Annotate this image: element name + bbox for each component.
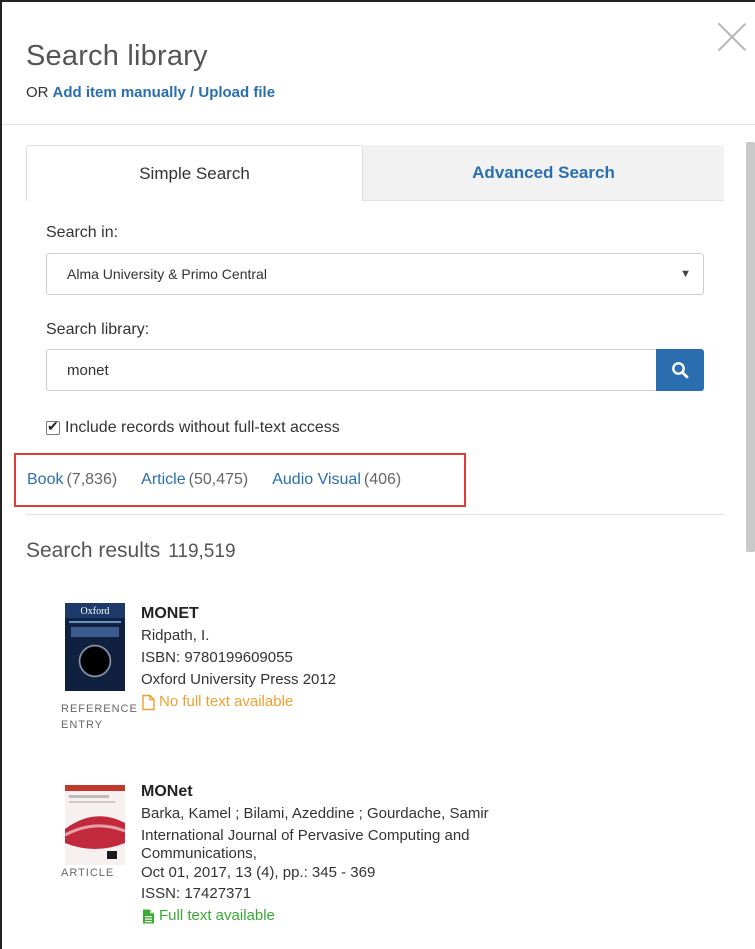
search-icon (672, 362, 689, 379)
search-library-label: Search library: (46, 321, 150, 338)
dropdown-caret-icon: ▼ (680, 268, 691, 280)
result-line: Ridpath, I. (141, 627, 210, 644)
search-tabs: Simple Search Advanced Search (26, 145, 724, 201)
facet-name: Article (141, 471, 186, 488)
result-line: Communications, (141, 845, 257, 862)
document-outline-icon (142, 694, 155, 710)
result-line: ISSN: 17427371 (141, 885, 252, 902)
result-info: MONET Ridpath, I. ISBN: 9780199609055 Ox… (141, 603, 701, 713)
facet-book[interactable]: Book (7,836) (27, 471, 117, 489)
facet-name: Audio Visual (272, 471, 361, 488)
availability-text: No full text available (159, 693, 294, 710)
result-line: Barka, Kamel ; Bilami, Azeddine ; Gourda… (141, 805, 489, 822)
result-item[interactable]: ARTICLE MONet Barka, Kamel ; Bilami, Aze… (61, 781, 705, 949)
add-item-manually-link[interactable]: Add item manually / Upload file (53, 84, 276, 101)
search-box (46, 349, 704, 391)
search-in-value: Alma University & Primo Central (67, 266, 267, 282)
type-line: ARTICLE (61, 867, 115, 879)
journal-cover-thumbnail (65, 785, 125, 865)
search-input[interactable] (46, 349, 657, 391)
facet-audio-visual[interactable]: Audio Visual (406) (272, 471, 401, 489)
include-records-label: Include records without full-text access (65, 419, 340, 436)
result-title[interactable]: MONET (141, 603, 701, 625)
search-results-count: 119,519 (168, 541, 236, 562)
result-type-label: ARTICLE (61, 865, 114, 881)
add-item-line: OR Add item manually / Upload file (26, 84, 275, 101)
result-line: International Journal of Pervasive Compu… (141, 827, 470, 844)
page-title: Search library (26, 40, 208, 72)
facet-name: Book (27, 471, 64, 488)
scrollbar-thumb[interactable] (746, 142, 755, 552)
result-line: Oxford University Press 2012 (141, 671, 337, 688)
type-line: ENTRY (61, 719, 104, 731)
or-text: OR (26, 84, 49, 101)
search-in-label: Search in: (46, 224, 119, 241)
availability-status[interactable]: Full text available (141, 905, 701, 927)
include-records-row: Include records without full-text access (46, 418, 340, 437)
type-line: REFERENCE (61, 703, 138, 715)
close-icon[interactable] (717, 22, 747, 52)
search-results-label: Search results (26, 539, 161, 562)
panel-header: Search library OR Add item manually / Upl… (2, 2, 755, 125)
result-item[interactable]: Oxford REFERENCE ENTRY MONET Ridpath, I.… (61, 603, 705, 743)
facet-article[interactable]: Article (50,475) (141, 471, 248, 489)
tab-advanced-search[interactable]: Advanced Search (363, 145, 724, 201)
resource-type-facets: Book (7,836) Article (50,475) Audio Visual… (14, 453, 466, 507)
facet-count: (7,836) (66, 471, 118, 488)
availability-status[interactable]: No full text available (141, 691, 701, 713)
search-results-heading: Search results 119,519 (26, 539, 236, 563)
availability-text: Full text available (159, 907, 275, 924)
facet-count: (50,475) (188, 471, 249, 488)
book-cover-thumbnail: Oxford (65, 603, 125, 691)
cover-publisher-text: Oxford (81, 606, 110, 617)
divider (26, 514, 724, 515)
include-records-checkbox[interactable] (46, 418, 60, 435)
result-type-label: REFERENCE ENTRY (61, 701, 138, 733)
result-line: ISBN: 9780199609055 (141, 649, 293, 666)
facet-count: (406) (363, 471, 402, 488)
search-library-panel: Search library OR Add item manually / Upl… (0, 0, 755, 949)
result-info: MONet Barka, Kamel ; Bilami, Azeddine ; … (141, 781, 701, 927)
result-line: Oct 01, 2017, 13 (4), pp.: 345 - 369 (141, 864, 376, 881)
tab-simple-search[interactable]: Simple Search (26, 145, 363, 201)
document-filled-icon (143, 909, 154, 923)
search-in-select[interactable]: Alma University & Primo Central ▼ (46, 253, 704, 295)
search-button[interactable] (656, 349, 704, 391)
result-title[interactable]: MONet (141, 781, 701, 803)
